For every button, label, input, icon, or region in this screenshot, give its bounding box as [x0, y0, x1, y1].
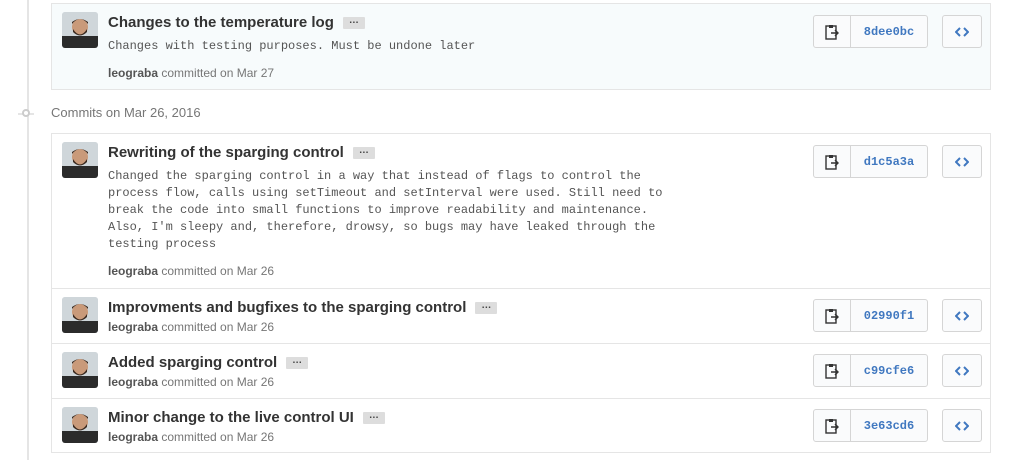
author-link[interactable]: leograba — [108, 430, 158, 444]
copy-sha-button[interactable] — [813, 354, 851, 387]
code-icon — [955, 310, 969, 321]
commit-group-header: Commits on Mar 26, 2016 — [51, 105, 201, 120]
commit-row: Added sparging control … leograba commit… — [52, 343, 990, 398]
clipboard-icon — [825, 418, 839, 434]
copy-sha-button[interactable] — [813, 15, 851, 48]
commit-description: Changes with testing purposes. Must be u… — [108, 39, 476, 53]
commit-meta: leograba committed on Mar 26 — [108, 264, 274, 278]
browse-code-button[interactable] — [942, 409, 982, 442]
commit-meta: leograba committed on Mar 26 — [108, 320, 274, 334]
commit-title[interactable]: Changes to the temperature log — [108, 14, 334, 31]
commit-date: committed on Mar 26 — [161, 264, 275, 278]
avatar[interactable] — [62, 142, 98, 178]
copy-sha-button[interactable] — [813, 145, 851, 178]
timeline-line — [27, 0, 29, 460]
commit-title[interactable]: Added sparging control — [108, 354, 277, 371]
browse-code-button[interactable] — [942, 145, 982, 178]
commit-group-mar27: Changes to the temperature log … Changes… — [51, 3, 991, 90]
commit-sha-link[interactable]: 3e63cd6 — [850, 409, 928, 442]
author-link[interactable]: leograba — [108, 320, 158, 334]
commit-title[interactable]: Improvments and bugfixes to the sparging… — [108, 299, 466, 316]
browse-code-button[interactable] — [942, 299, 982, 332]
commit-date: committed on Mar 26 — [161, 320, 275, 334]
copy-sha-button[interactable] — [813, 299, 851, 332]
commit-meta: leograba committed on Mar 26 — [108, 430, 274, 444]
commit-title[interactable]: Minor change to the live control UI — [108, 409, 354, 426]
commit-sha-link[interactable]: c99cfe6 — [850, 354, 928, 387]
code-icon — [955, 26, 969, 37]
expand-description-button[interactable]: … — [286, 355, 309, 369]
commit-meta: leograba committed on Mar 27 — [108, 66, 274, 80]
commit-date: committed on Mar 26 — [161, 375, 275, 389]
commit-description: Changed the sparging control in a way th… — [108, 169, 663, 251]
expand-description-button[interactable]: … — [475, 300, 498, 314]
expand-description-button[interactable]: … — [362, 410, 385, 424]
avatar[interactable] — [62, 407, 98, 443]
author-link[interactable]: leograba — [108, 264, 158, 278]
expand-description-button[interactable]: … — [342, 15, 365, 29]
clipboard-icon — [825, 363, 839, 379]
copy-sha-button[interactable] — [813, 409, 851, 442]
commit-date: committed on Mar 26 — [161, 430, 275, 444]
expand-description-button[interactable]: … — [352, 145, 375, 159]
author-link[interactable]: leograba — [108, 375, 158, 389]
avatar[interactable] — [62, 352, 98, 388]
commit-date: committed on Mar 27 — [161, 66, 275, 80]
code-icon — [955, 365, 969, 376]
commit-sha-link[interactable]: 02990f1 — [850, 299, 928, 332]
commit-sha-link[interactable]: 8dee0bc — [850, 15, 928, 48]
avatar[interactable] — [62, 12, 98, 48]
commit-row: Rewriting of the sparging control … Chan… — [52, 134, 990, 288]
clipboard-icon — [825, 308, 839, 324]
timeline-commit-icon — [22, 109, 30, 117]
author-link[interactable]: leograba — [108, 66, 158, 80]
commit-meta: leograba committed on Mar 26 — [108, 375, 274, 389]
clipboard-icon — [825, 154, 839, 170]
avatar[interactable] — [62, 297, 98, 333]
code-icon — [955, 156, 969, 167]
browse-code-button[interactable] — [942, 15, 982, 48]
commit-row: Minor change to the live control UI … le… — [52, 398, 990, 452]
commit-sha-link[interactable]: d1c5a3a — [850, 145, 928, 178]
clipboard-icon — [825, 24, 839, 40]
commit-group-mar26: Rewriting of the sparging control … Chan… — [51, 133, 991, 453]
commit-row: Improvments and bugfixes to the sparging… — [52, 288, 990, 343]
commit-row: Changes to the temperature log … Changes… — [52, 4, 990, 89]
browse-code-button[interactable] — [942, 354, 982, 387]
commit-title[interactable]: Rewriting of the sparging control — [108, 144, 344, 161]
code-icon — [955, 420, 969, 431]
